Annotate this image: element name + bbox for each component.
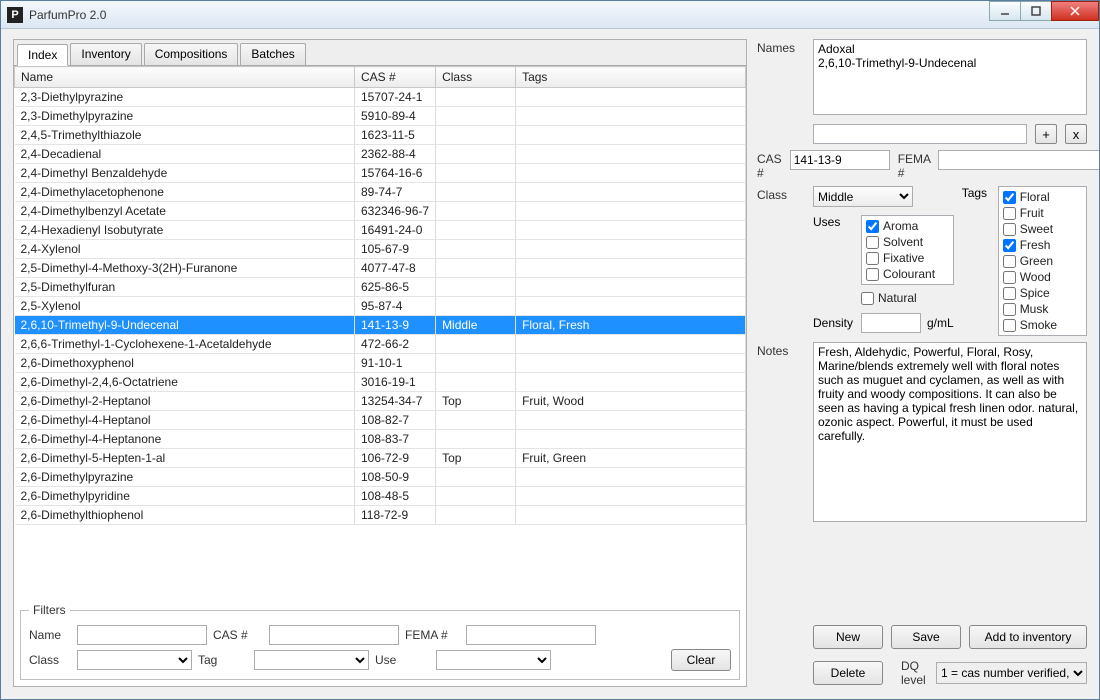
tab-compositions[interactable]: Compositions	[144, 43, 239, 65]
table-row[interactable]: 2,6-Dimethyl-2-Heptanol13254-34-7TopFrui…	[15, 392, 746, 411]
maximize-button[interactable]	[1020, 1, 1052, 21]
table-row[interactable]: 2,4-Dimethyl Benzaldehyde15764-16-6	[15, 164, 746, 183]
names-label: Names	[757, 39, 805, 55]
table-row[interactable]: 2,5-Xylenol95-87-4	[15, 297, 746, 316]
save-button[interactable]: Save	[891, 625, 961, 649]
filter-use-select[interactable]	[436, 650, 551, 670]
table-row[interactable]: 2,6-Dimethylpyridine108-48-5	[15, 487, 746, 506]
table-row[interactable]: 2,5-Dimethylfuran625-86-5	[15, 278, 746, 297]
filter-clear-button[interactable]: Clear	[671, 649, 731, 671]
table-row[interactable]: 2,6-Dimethylthiophenol118-72-9	[15, 506, 746, 525]
tag-option[interactable]: Smoke	[1003, 317, 1082, 333]
column-header[interactable]: CAS #	[355, 67, 436, 88]
table-row[interactable]: 2,4-Xylenol105-67-9	[15, 240, 746, 259]
tab-inventory[interactable]: Inventory	[70, 43, 141, 65]
table-row[interactable]: 2,3-Diethylpyrazine15707-24-1	[15, 88, 746, 107]
names-remove-button[interactable]: x	[1065, 124, 1087, 144]
tags-checklist[interactable]: Floral Fruit Sweet Fresh Green Wood Spic…	[998, 186, 1087, 336]
notes-label: Notes	[757, 342, 805, 358]
new-button[interactable]: New	[813, 625, 883, 649]
table-row[interactable]: 2,3-Dimethylpyrazine5910-89-4	[15, 107, 746, 126]
cas-input[interactable]	[790, 150, 890, 170]
filter-name-input[interactable]	[77, 625, 207, 645]
filters-group: Filters Name CAS # FEMA # Class Tag Use	[20, 603, 740, 680]
fema-input[interactable]	[938, 150, 1099, 170]
table-row[interactable]: 2,6-Dimethyl-4-Heptanone108-83-7	[15, 430, 746, 449]
window-title: ParfumPro 2.0	[29, 8, 106, 22]
density-label: Density	[813, 316, 855, 330]
add-to-inventory-button[interactable]: Add to inventory	[969, 625, 1087, 649]
table-row[interactable]: 2,4,5-Trimethylthiazole1623-11-5	[15, 126, 746, 145]
class-label: Class	[757, 186, 805, 202]
uses-checklist[interactable]: Aroma Solvent Fixative Colourant	[861, 215, 954, 285]
tag-option[interactable]: Fresh	[1003, 237, 1082, 253]
table-row[interactable]: 2,4-Hexadienyl Isobutyrate16491-24-0	[15, 221, 746, 240]
filter-tag-label: Tag	[198, 653, 248, 667]
close-button[interactable]	[1051, 1, 1099, 21]
density-unit: g/mL	[927, 316, 954, 330]
tag-option[interactable]: Spice	[1003, 285, 1082, 301]
tag-option[interactable]: Floral	[1003, 189, 1082, 205]
column-header[interactable]: Tags	[516, 67, 746, 88]
table-row[interactable]: 2,6,6-Trimethyl-1-Cyclohexene-1-Acetalde…	[15, 335, 746, 354]
column-header[interactable]: Class	[436, 67, 516, 88]
filter-class-label: Class	[29, 653, 71, 667]
table-row[interactable]: 2,4-Decadienal2362-88-4	[15, 145, 746, 164]
dq-select[interactable]: 1 = cas number verified,	[936, 662, 1087, 684]
app-icon: P	[7, 7, 23, 23]
title-bar: P ParfumPro 2.0	[1, 1, 1099, 29]
delete-button[interactable]: Delete	[813, 661, 883, 685]
natural-checkbox-label[interactable]: Natural	[861, 291, 954, 305]
tab-strip: IndexInventoryCompositionsBatches	[14, 40, 746, 66]
table-row[interactable]: 2,6,10-Trimethyl-9-Undecenal141-13-9Midd…	[15, 316, 746, 335]
notes-textarea[interactable]: Fresh, Aldehydic, Powerful, Floral, Rosy…	[813, 342, 1087, 522]
natural-checkbox[interactable]	[861, 292, 874, 305]
table-row[interactable]: 2,4-Dimethylbenzyl Acetate632346-96-7	[15, 202, 746, 221]
tags-label: Tags	[962, 186, 992, 336]
tag-option[interactable]: Fruit	[1003, 205, 1082, 221]
tag-option[interactable]: Sweet	[1003, 221, 1082, 237]
uses-label: Uses	[813, 215, 855, 285]
table-row[interactable]: 2,6-Dimethyl-2,4,6-Octatriene3016-19-1	[15, 373, 746, 392]
table-row[interactable]: 2,6-Dimethyl-4-Heptanol108-82-7	[15, 411, 746, 430]
minimize-button[interactable]	[989, 1, 1021, 21]
tag-option[interactable]: Musk	[1003, 301, 1082, 317]
left-panel: IndexInventoryCompositionsBatches NameCA…	[13, 39, 747, 687]
fema-label: FEMA #	[898, 150, 931, 180]
filter-cas-input[interactable]	[269, 625, 399, 645]
tab-index[interactable]: Index	[17, 44, 68, 66]
class-select[interactable]: Middle	[813, 186, 913, 207]
filter-fema-label: FEMA #	[405, 628, 460, 642]
table-row[interactable]: 2,4-Dimethylacetophenone89-74-7	[15, 183, 746, 202]
tab-batches[interactable]: Batches	[240, 43, 305, 65]
column-header[interactable]: Name	[15, 67, 355, 88]
table-row[interactable]: 2,6-Dimethoxyphenol91-10-1	[15, 354, 746, 373]
table-row[interactable]: 2,6-Dimethylpyrazine108-50-9	[15, 468, 746, 487]
filters-legend: Filters	[29, 603, 70, 617]
tag-option[interactable]: Wood	[1003, 269, 1082, 285]
use-option[interactable]: Colourant	[866, 266, 949, 282]
filter-name-label: Name	[29, 628, 71, 642]
filter-use-label: Use	[375, 653, 430, 667]
use-option[interactable]: Aroma	[866, 218, 949, 234]
window-controls	[990, 1, 1099, 28]
use-option[interactable]: Solvent	[866, 234, 949, 250]
filter-cas-label: CAS #	[213, 628, 263, 642]
cas-label: CAS #	[757, 150, 782, 180]
filter-tag-select[interactable]	[254, 650, 369, 670]
use-option[interactable]: Fixative	[866, 250, 949, 266]
table-row[interactable]: 2,6-Dimethyl-5-Hepten-1-al106-72-9TopFru…	[15, 449, 746, 468]
tag-option[interactable]: Green	[1003, 253, 1082, 269]
table-row[interactable]: 2,5-Dimethyl-4-Methoxy-3(2H)-Furanone407…	[15, 259, 746, 278]
compound-table[interactable]: NameCAS #ClassTags 2,3-Diethylpyrazine15…	[14, 66, 746, 597]
filter-class-select[interactable]	[77, 650, 192, 670]
names-add-button[interactable]: +	[1035, 124, 1057, 144]
detail-panel: Names Adoxal 2,6,10-Trimethyl-9-Undecena…	[757, 39, 1087, 687]
names-textarea[interactable]: Adoxal 2,6,10-Trimethyl-9-Undecenal	[813, 39, 1087, 115]
dq-label: DQ level	[901, 659, 930, 687]
density-input[interactable]	[861, 313, 921, 333]
app-window: P ParfumPro 2.0 IndexInventoryCompositio…	[0, 0, 1100, 700]
names-add-input[interactable]	[813, 124, 1027, 144]
filter-fema-input[interactable]	[466, 625, 596, 645]
